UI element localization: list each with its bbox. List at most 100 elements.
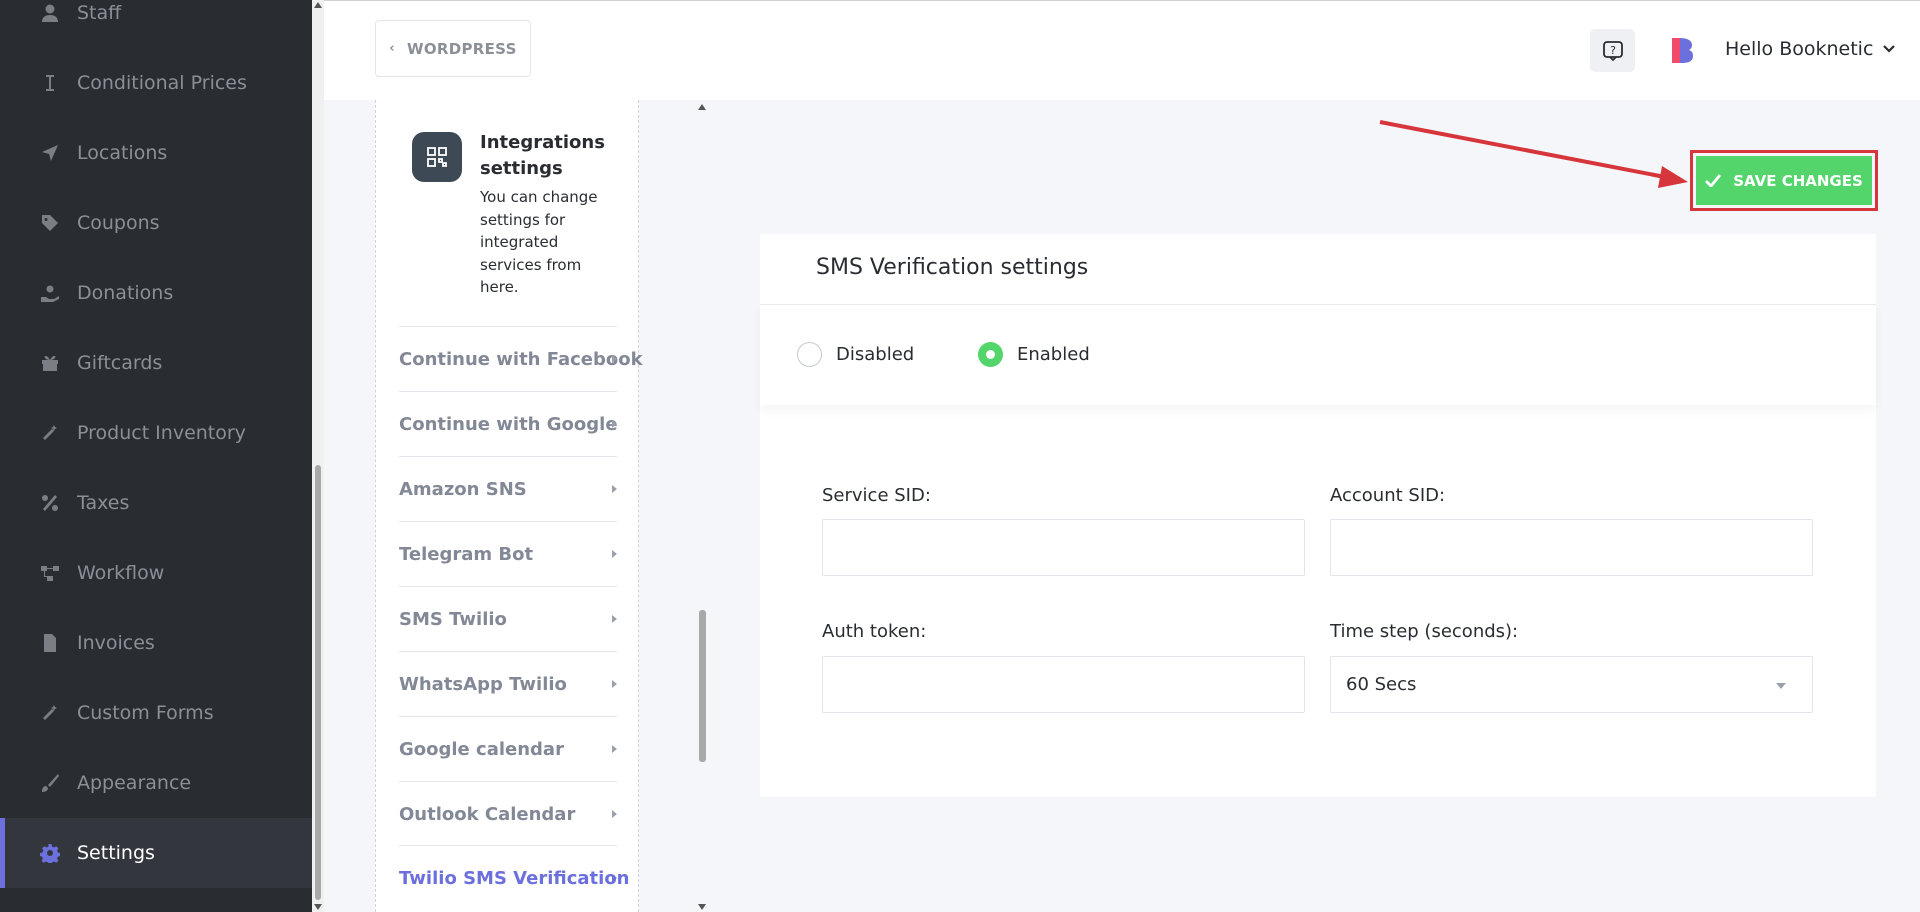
caret-right-icon — [612, 355, 617, 363]
user-icon — [38, 1, 62, 25]
workflow-icon — [38, 561, 62, 585]
integration-item-amazon-sns[interactable]: Amazon SNS — [399, 456, 617, 521]
page-scrollbar[interactable] — [312, 0, 324, 912]
save-button-highlight: SAVE CHANGES — [1690, 150, 1878, 211]
integrations-scrollbar[interactable] — [696, 100, 708, 912]
save-button[interactable]: SAVE CHANGES — [1696, 156, 1872, 205]
location-arrow-icon — [38, 141, 62, 165]
integration-item-google[interactable]: Continue with Google — [399, 391, 618, 456]
scroll-down-arrow[interactable] — [314, 904, 322, 910]
user-greeting: Hello Booknetic — [1725, 38, 1874, 60]
account-sid-input[interactable] — [1330, 519, 1813, 576]
card-title: SMS Verification settings — [816, 255, 1089, 280]
radio-label: Disabled — [836, 344, 915, 365]
integration-item-outlook-calendar[interactable]: Outlook Calendar — [399, 781, 617, 846]
scroll-up-arrow[interactable] — [698, 104, 706, 110]
sidebar-item-label: Coupons — [77, 212, 160, 234]
integration-item-label: Outlook Calendar — [399, 803, 576, 825]
sidebar-item-giftcards[interactable]: Giftcards — [0, 328, 312, 398]
auth-token-input[interactable] — [822, 656, 1305, 713]
sidebar-item-conditional-prices[interactable]: Conditional Prices — [0, 48, 312, 118]
integration-item-sms-twilio[interactable]: SMS Twilio — [399, 586, 617, 651]
wordpress-back-label: WORDPRESS — [406, 39, 517, 58]
sidebar-item-appearance[interactable]: Appearance — [0, 748, 312, 818]
hand-holding-icon — [38, 281, 62, 305]
caret-right-icon — [612, 615, 617, 623]
time-step-value: 60 Secs — [1346, 674, 1417, 695]
sidebar-item-label: Giftcards — [77, 352, 163, 374]
check-icon — [1705, 174, 1722, 187]
sidebar-item-settings[interactable]: Settings — [0, 818, 312, 888]
i-beam-icon — [38, 71, 62, 95]
scroll-down-arrow[interactable] — [698, 904, 706, 910]
sidebar-item-coupons[interactable]: Coupons — [0, 188, 312, 258]
integration-item-label: Amazon SNS — [399, 478, 527, 500]
radio-circle-checked[interactable] — [978, 342, 1003, 367]
integrations-header: Integrations settings You can change set… — [376, 100, 638, 326]
caret-right-icon — [612, 874, 617, 882]
integration-item-google-calendar[interactable]: Google calendar — [399, 716, 617, 781]
sidebar-item-custom-forms[interactable]: Custom Forms — [0, 678, 312, 748]
sidebar-item-label: Product Inventory — [77, 422, 246, 444]
sidebar-item-donations[interactable]: Donations — [0, 258, 312, 328]
sidebar-item-label: Conditional Prices — [77, 72, 247, 94]
booknetic-logo — [1672, 38, 1693, 63]
integration-item-whatsapp-twilio[interactable]: WhatsApp Twilio — [399, 651, 617, 716]
caret-right-icon — [612, 420, 617, 428]
file-icon — [38, 631, 62, 655]
integration-item-label: WhatsApp Twilio — [399, 673, 567, 695]
user-menu[interactable]: Hello Booknetic — [1725, 38, 1896, 60]
chevron-left-icon: ‹ — [389, 41, 395, 56]
scrollbar-thumb[interactable] — [315, 465, 321, 900]
integration-item-label: Telegram Bot — [399, 543, 534, 565]
scrollbar-thumb[interactable] — [699, 610, 706, 762]
brush-icon — [38, 771, 62, 795]
percent-icon — [38, 491, 62, 515]
sidebar-item-label: Locations — [77, 142, 168, 164]
time-step-label: Time step (seconds): — [1330, 621, 1519, 642]
integration-item-facebook[interactable]: Continue with Facebook — [399, 326, 643, 391]
sidebar-item-staff[interactable]: Staff — [0, 0, 312, 48]
integration-item-label: Continue with Google — [399, 413, 618, 435]
integration-item-label: Continue with Facebook — [399, 348, 643, 370]
caret-right-icon — [612, 485, 617, 493]
magic-wand-icon — [38, 421, 62, 445]
integrations-title: Integrations settings — [480, 132, 605, 179]
help-button[interactable]: ? — [1590, 29, 1635, 72]
magic-wand-icon — [38, 701, 62, 725]
svg-text:?: ? — [1610, 44, 1616, 57]
integration-item-label: SMS Twilio — [399, 608, 507, 630]
caret-right-icon — [612, 810, 617, 818]
sidebar-item-label: Taxes — [77, 492, 130, 514]
sidebar-item-locations[interactable]: Locations — [0, 118, 312, 188]
sidebar-item-workflow[interactable]: Workflow — [0, 538, 312, 608]
qr-code-icon — [412, 132, 462, 182]
sidebar-item-label: Staff — [77, 2, 122, 24]
caret-right-icon — [612, 550, 617, 558]
sidebar-item-label: Invoices — [77, 632, 155, 654]
integrations-description: You can change settings for integrated s… — [480, 188, 598, 296]
sidebar-item-label: Custom Forms — [77, 702, 214, 724]
integration-item-telegram-bot[interactable]: Telegram Bot — [399, 521, 617, 586]
service-sid-input[interactable] — [822, 519, 1305, 576]
gear-icon — [38, 841, 62, 865]
scroll-up-arrow[interactable] — [314, 2, 322, 8]
sidebar-item-invoices[interactable]: Invoices — [0, 608, 312, 678]
sidebar-item-product-inventory[interactable]: Product Inventory — [0, 398, 312, 468]
radio-disabled[interactable]: Disabled — [797, 342, 914, 367]
account-sid-label: Account SID: — [1330, 485, 1446, 506]
radio-enabled[interactable]: Enabled — [978, 342, 1090, 367]
auth-token-label: Auth token: — [822, 621, 927, 642]
integration-item-twilio-sms-verification[interactable]: Twilio SMS Verification — [399, 845, 630, 910]
time-step-select[interactable]: 60 Secs — [1330, 656, 1813, 713]
save-button-label: SAVE CHANGES — [1733, 171, 1863, 190]
gift-icon — [38, 351, 62, 375]
sidebar-item-taxes[interactable]: Taxes — [0, 468, 312, 538]
wordpress-back-button[interactable]: ‹ WORDPRESS — [375, 20, 531, 77]
tag-icon — [38, 211, 62, 235]
sidebar: Staff Conditional Prices Locations Coupo… — [0, 0, 312, 912]
sidebar-item-label: Settings — [77, 842, 155, 864]
chevron-down-icon — [1883, 45, 1896, 53]
radio-circle[interactable] — [797, 342, 822, 367]
card-header: SMS Verification settings — [760, 234, 1876, 305]
